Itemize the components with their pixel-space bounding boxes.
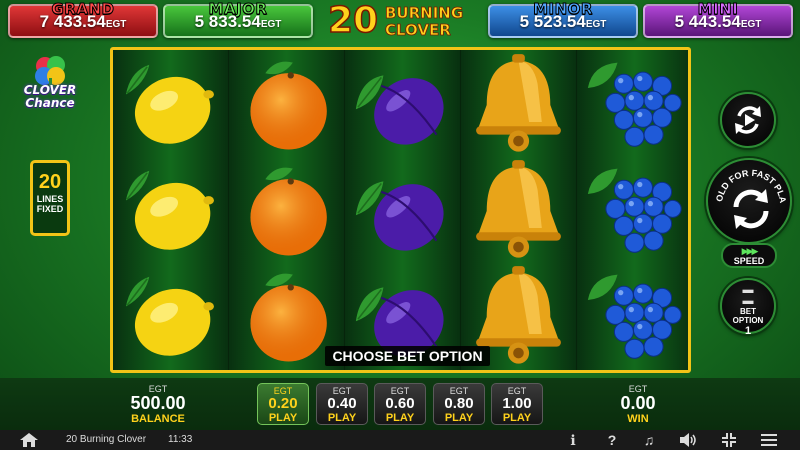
spin-button[interactable]: HOLD FOR FAST PLAY bbox=[706, 158, 792, 244]
reel-1 bbox=[113, 50, 228, 370]
bet-value: 0.40 bbox=[327, 395, 357, 412]
lines-count: 20 bbox=[38, 171, 62, 193]
game-title-logo: 20 BURNING CLOVER bbox=[327, 0, 473, 42]
autoplay-button[interactable] bbox=[720, 92, 776, 148]
info-icon[interactable]: ℹ bbox=[562, 430, 584, 450]
lemon-symbol bbox=[113, 52, 228, 158]
reel-separator bbox=[576, 50, 577, 370]
orange-symbol bbox=[229, 158, 344, 264]
svg-text:HOLD FOR FAST PLAY: HOLD FOR FAST PLAY bbox=[712, 163, 788, 204]
balance-display: EGT 500.00 BALANCE bbox=[118, 384, 198, 425]
balance-value: 500.00 bbox=[130, 393, 186, 413]
plum-symbol bbox=[345, 158, 460, 264]
spin-label: HOLD FOR FAST PLAY bbox=[712, 163, 788, 229]
sound-icon[interactable] bbox=[678, 430, 700, 450]
speed-button[interactable]: ▶▶▶ SPEED bbox=[721, 243, 777, 268]
orange-symbol bbox=[229, 52, 344, 158]
jackpot-minor: MINOR 5 523.54EGT bbox=[488, 0, 638, 38]
bottom-bar: EGT 500.00 BALANCE EGT 0.20 PLAY EGT 0.4… bbox=[0, 378, 800, 430]
fullscreen-icon[interactable] bbox=[718, 430, 740, 450]
lines-fixed-label: FIXED bbox=[36, 204, 64, 214]
bet-button-0.20[interactable]: EGT 0.20 PLAY bbox=[257, 383, 309, 425]
game-name: 20 Burning Clover bbox=[66, 434, 147, 445]
lines-indicator: 20 LINES FIXED bbox=[30, 160, 70, 236]
bet-option-value: 1 bbox=[744, 325, 752, 337]
bet-button-0.80[interactable]: EGT 0.80 PLAY bbox=[433, 383, 485, 425]
lemon-symbol bbox=[113, 264, 228, 370]
footer-bar: 20 Burning Clover 11:33 ℹ ? ♫ bbox=[0, 430, 800, 450]
jackpot-grand: GRAND 7 433.54EGT bbox=[8, 0, 158, 38]
reels-area[interactable]: CHOOSE BET OPTION bbox=[110, 47, 691, 373]
coin-stack-icon: ▬ ▬ bbox=[742, 284, 754, 307]
reel-separator bbox=[344, 50, 345, 370]
bell-symbol bbox=[461, 52, 576, 158]
jackpot-major-value: 5 833.54EGT bbox=[194, 12, 282, 31]
grapes-symbol bbox=[577, 52, 688, 158]
bell-symbol bbox=[461, 158, 576, 264]
jackpot-mini: MINI 5 443.54EGT bbox=[643, 0, 793, 38]
bet-value: 0.60 bbox=[385, 395, 415, 412]
bet-option-label: BET bbox=[740, 307, 756, 316]
reel-5 bbox=[577, 50, 688, 370]
jackpot-major: MAJOR 5 833.54EGT bbox=[163, 0, 313, 38]
bet-button-0.40[interactable]: EGT 0.40 PLAY bbox=[316, 383, 368, 425]
lemon-symbol bbox=[113, 158, 228, 264]
reel-3 bbox=[345, 50, 460, 370]
clock: 11:33 bbox=[168, 434, 193, 445]
reel-separator bbox=[228, 50, 229, 370]
game-title-line2: CLOVER bbox=[385, 21, 452, 39]
speed-label: SPEED bbox=[733, 256, 765, 266]
game-title-number: 20 bbox=[327, 0, 379, 41]
jackpot-mini-value: 5 443.54EGT bbox=[674, 12, 762, 31]
help-icon[interactable]: ? bbox=[601, 430, 623, 450]
clover-chance-logo: CLOVER Chance bbox=[15, 54, 85, 116]
bet-option-label2: OPTION bbox=[732, 316, 764, 325]
home-icon[interactable] bbox=[18, 430, 40, 450]
lines-label: LINES bbox=[36, 194, 64, 204]
bet-play-label: PLAY bbox=[502, 412, 532, 424]
game-title-line1: BURNING bbox=[385, 4, 464, 22]
clover-chance-text: CLOVER Chance bbox=[23, 83, 77, 110]
bet-button-0.60[interactable]: EGT 0.60 PLAY bbox=[374, 383, 426, 425]
grapes-symbol bbox=[577, 264, 688, 370]
music-icon[interactable]: ♫ bbox=[638, 430, 660, 450]
jackpot-minor-value: 5 523.54EGT bbox=[519, 12, 607, 31]
win-label: WIN bbox=[627, 413, 649, 425]
bet-play-label: PLAY bbox=[268, 412, 298, 424]
bet-value: 0.80 bbox=[444, 395, 474, 412]
reel-4 bbox=[461, 50, 576, 370]
choose-bet-message: CHOOSE BET OPTION bbox=[325, 346, 490, 366]
bet-play-label: PLAY bbox=[385, 412, 415, 424]
bet-play-label: PLAY bbox=[327, 412, 357, 424]
bet-play-label: PLAY bbox=[444, 412, 474, 424]
reel-separator bbox=[460, 50, 461, 370]
autoplay-icon bbox=[735, 106, 761, 134]
plum-symbol bbox=[345, 52, 460, 158]
spin-icon bbox=[733, 189, 769, 229]
bet-option-button[interactable]: ▬ ▬ BET OPTION 1 bbox=[720, 278, 776, 337]
bet-button-1.00[interactable]: EGT 1.00 PLAY bbox=[491, 383, 543, 425]
win-display: EGT 0.00 WIN bbox=[598, 384, 678, 425]
balance-label: BALANCE bbox=[131, 413, 185, 425]
menu-icon[interactable] bbox=[758, 430, 780, 450]
bet-value: 1.00 bbox=[502, 395, 532, 412]
jackpot-grand-value: 7 433.54EGT bbox=[39, 12, 127, 31]
reel-2 bbox=[229, 50, 344, 370]
win-value: 0.00 bbox=[620, 393, 656, 413]
grapes-symbol bbox=[577, 158, 688, 264]
bet-value: 0.20 bbox=[268, 395, 298, 412]
